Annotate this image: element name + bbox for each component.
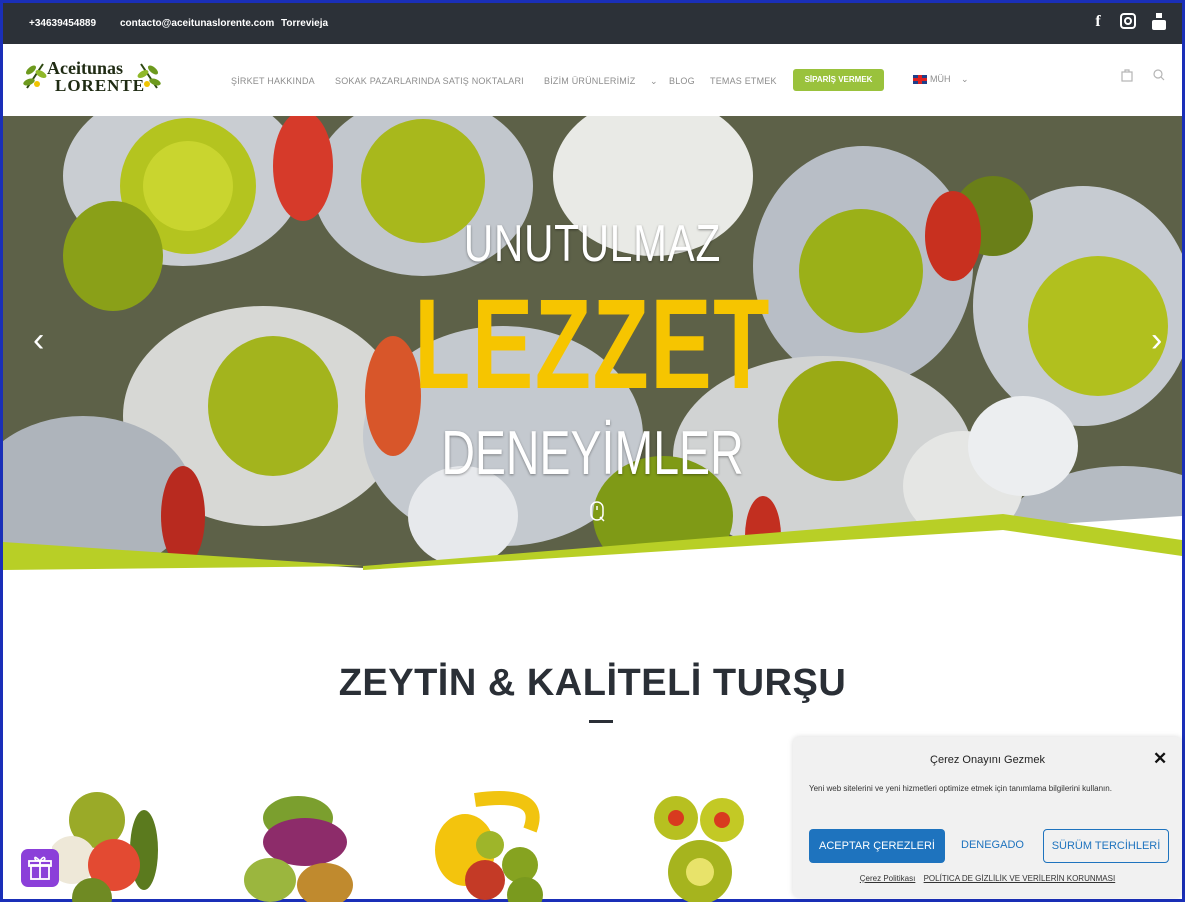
site-logo[interactable]: Aceitunas LORENTE (23, 56, 163, 100)
hero-heading-line3: DENEYİMLER (441, 419, 744, 488)
accept-cookies-button[interactable]: ACEPTAR ÇEREZLERİ (809, 829, 945, 863)
gift-widget-button[interactable] (21, 849, 59, 887)
gift-icon (28, 856, 52, 880)
order-button[interactable]: SİPARİŞ VERMEK (793, 69, 884, 91)
privacy-policy-link[interactable]: POLÍTICA DE GİZLİLİK VE VERİLERİN KORUNM… (924, 874, 1116, 883)
uk-flag-icon (913, 75, 927, 85)
olive-branch-icon (23, 63, 47, 89)
product-image-pepper-skewer[interactable] (425, 790, 565, 902)
language-label: MÜH (930, 74, 951, 84)
chevron-down-icon[interactable]: ⌄ (650, 76, 658, 87)
mouse-scroll-icon[interactable] (589, 501, 607, 523)
slider-prev-arrow-icon[interactable]: ‹ (33, 321, 44, 360)
cookie-consent-dialog: Çerez Onayını Gezmek ✕ Yeni web siteleri… (793, 737, 1182, 897)
email-link[interactable]: contacto@aceitunaslorente.com (120, 18, 274, 29)
nav-blog[interactable]: BLOG (669, 76, 695, 86)
cookie-title: Çerez Onayını Gezmek (930, 754, 1045, 766)
hero-slider: UNUTULMAZ LEZZET DENEYİMLER ‹ › (3, 116, 1182, 570)
site-header: Aceitunas LORENTE ŞİRKET HAKKINDA SOKAK … (3, 44, 1182, 116)
section-divider (589, 720, 613, 723)
section-title: ZEYTİN & KALİTELİ TURŞU (338, 662, 847, 704)
nav-contact[interactable]: TEMAS ETMEK (710, 76, 777, 86)
cookie-links: Çerez Politikası POLÍTICA DE GİZLİLİK VE… (793, 874, 1182, 883)
youtube-icon[interactable] (1150, 13, 1168, 33)
shopping-bag-icon[interactable] (1121, 68, 1133, 85)
instagram-icon[interactable] (1119, 13, 1137, 33)
chevron-down-icon: ⌄ (961, 74, 969, 84)
facebook-icon[interactable]: f (1089, 13, 1107, 33)
cookie-preferences-button[interactable]: SÜRÜM TERCİHLERİ (1043, 829, 1169, 863)
deny-cookies-button[interactable]: DENEGADO (961, 839, 1024, 851)
cookie-policy-link[interactable]: Çerez Politikası (860, 874, 916, 883)
olive-branch-icon (137, 63, 161, 89)
slider-next-arrow-icon[interactable]: › (1151, 321, 1162, 360)
hero-heading-line1: UNUTULMAZ (463, 215, 722, 273)
product-image-mixed-olives[interactable] (52, 790, 172, 902)
language-selector[interactable]: MÜH ⌄ (913, 74, 969, 85)
logo-text-2: LORENTE (55, 76, 146, 95)
hero-heading-line2: LEZZET (414, 273, 771, 416)
nav-products[interactable]: BİZİM ÜRÜNLERİMİZ (544, 76, 635, 86)
nav-markets[interactable]: SOKAK PAZARLARINDA SATIŞ NOKTALARI (335, 76, 524, 86)
search-icon[interactable] (1153, 68, 1165, 84)
product-image-mixed-pickles[interactable] (240, 790, 360, 902)
top-bar: +34639454889 contacto@aceitunaslorente.c… (3, 3, 1182, 44)
nav-about[interactable]: ŞİRKET HAKKINDA (231, 76, 315, 86)
close-icon[interactable]: ✕ (1153, 749, 1167, 769)
cookie-text: Yeni web sitelerini ve yeni hizmetleri o… (809, 784, 1112, 793)
city-link[interactable]: Torrevieja (281, 18, 328, 29)
phone-link[interactable]: +34639454889 (29, 18, 96, 29)
product-image-stuffed-olives[interactable] (640, 790, 750, 902)
